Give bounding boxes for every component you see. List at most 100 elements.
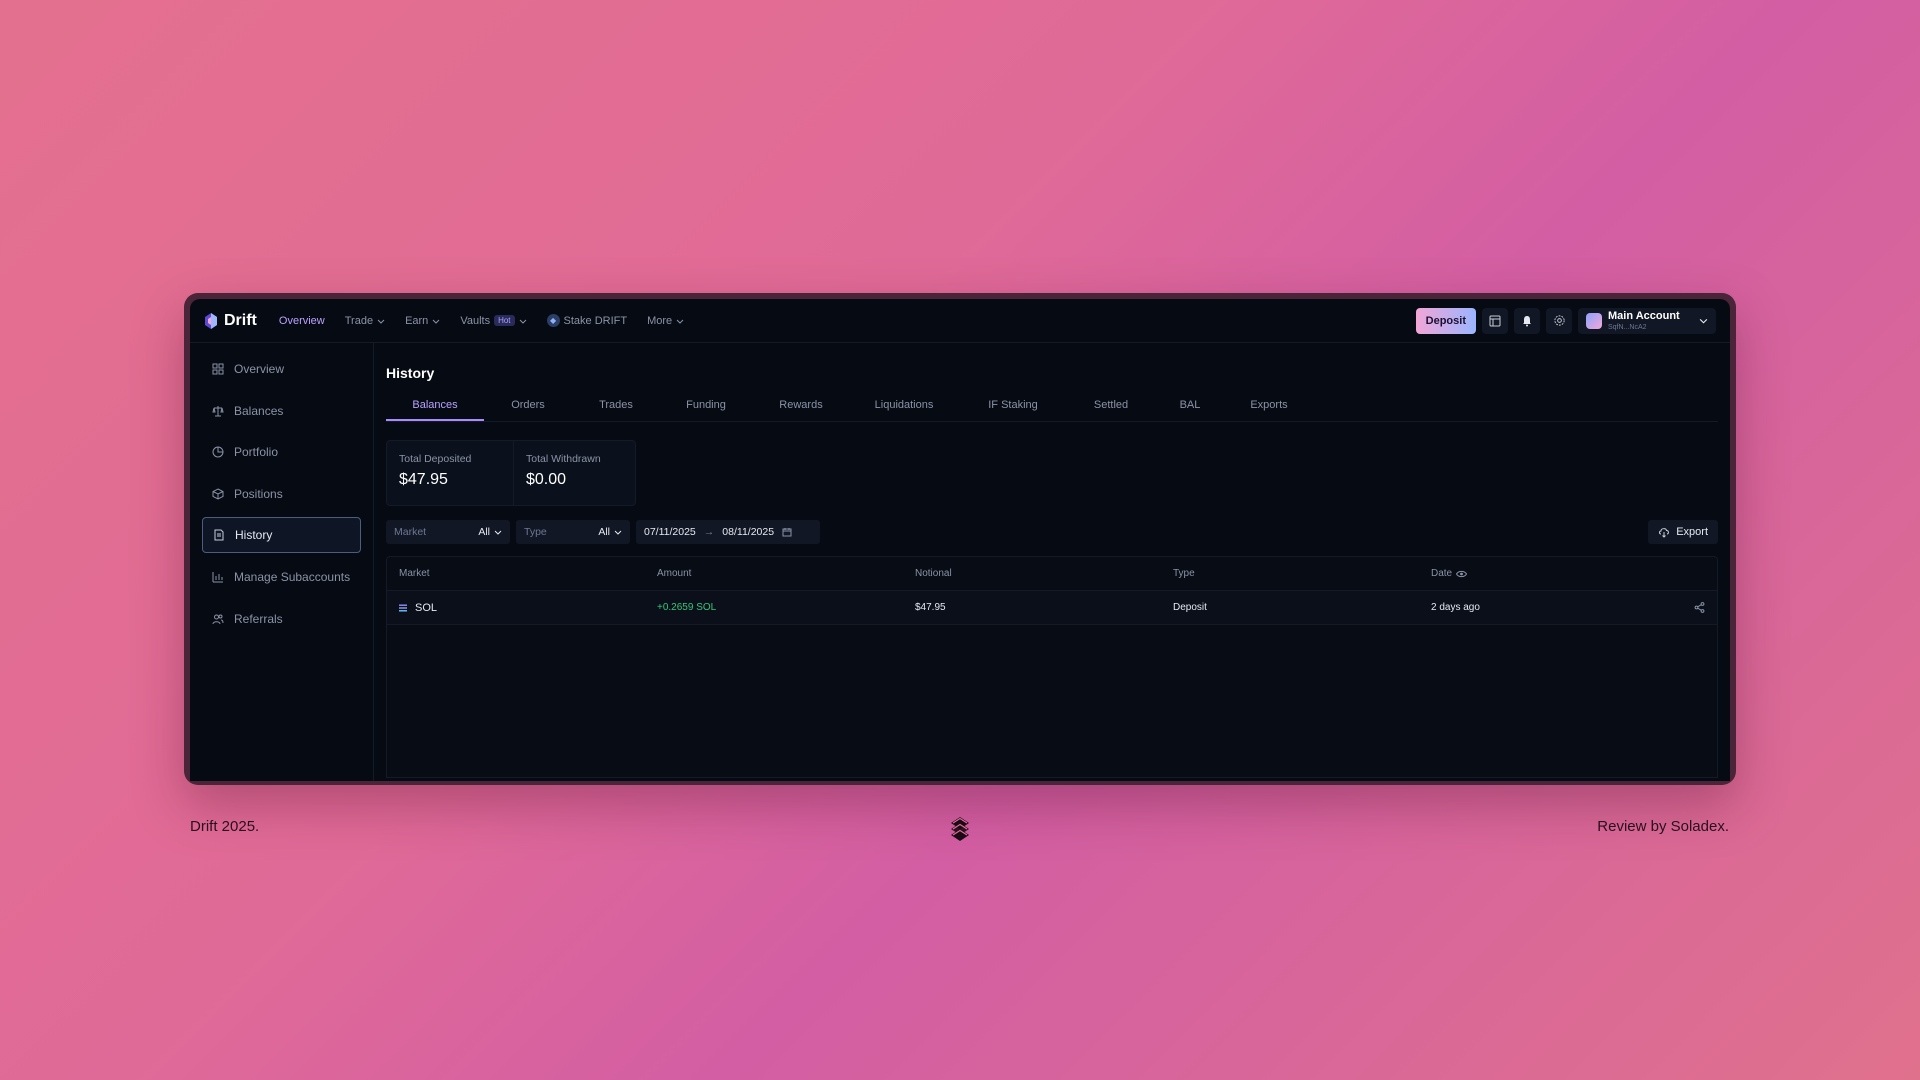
tab-balances[interactable]: Balances [386, 399, 484, 421]
chevron-down-icon [519, 319, 526, 324]
stat-value: $0.00 [526, 471, 567, 488]
row-type: Deposit [1173, 602, 1207, 613]
document-icon [214, 529, 224, 541]
table-header: Market Amount Notional Type Date [387, 557, 1717, 591]
nav-more-label: More [647, 314, 673, 327]
tab-liquidations[interactable]: Liquidations [850, 399, 958, 421]
market-filter-value: All [478, 526, 490, 538]
chevron-down-icon [676, 319, 684, 324]
tab-orders[interactable]: Orders [484, 399, 572, 421]
history-tabs: Balances Orders Trades Funding Rewards L… [386, 399, 1718, 422]
stat-total-deposited: Total Deposited $47.95 [387, 441, 513, 505]
tab-bal[interactable]: BAL [1154, 399, 1226, 421]
grid-icon [212, 363, 224, 375]
market-filter[interactable]: Market All [386, 520, 510, 544]
scale-icon [212, 405, 224, 417]
filter-bar: Market All Type All 07/11/2025 → 08/11/2… [386, 520, 1718, 544]
column-market[interactable]: Market [399, 568, 657, 579]
sidebar-item-portfolio[interactable]: Portfolio [202, 434, 361, 470]
hot-badge: Hot [494, 315, 515, 326]
cloud-download-icon [1659, 528, 1670, 538]
gear-icon [1553, 315, 1565, 326]
stat-label: Total Withdrawn [526, 453, 601, 465]
tab-trades[interactable]: Trades [572, 399, 660, 421]
account-info: Main Account SqfN...NcA2 [1608, 309, 1693, 331]
stat-total-withdrawn: Total Withdrawn $0.00 [513, 441, 613, 505]
nav-stake-label: Stake DRIFT [563, 314, 628, 327]
page-title: History [386, 365, 435, 381]
nav-overview-label: Overview [278, 314, 325, 327]
column-date[interactable]: Date [1431, 568, 1705, 579]
share-icon [1694, 602, 1705, 613]
filter-label: Market [394, 526, 427, 538]
nav-overview[interactable]: Overview [279, 315, 325, 327]
eye-icon[interactable] [1456, 570, 1468, 578]
account-selector[interactable]: Main Account SqfN...NcA2 [1578, 307, 1716, 334]
drift-token-icon: ◆ [546, 314, 560, 327]
filter-label: Type [524, 526, 547, 538]
sidebar-item-history[interactable]: History [202, 517, 361, 554]
column-type[interactable]: Type [1173, 568, 1431, 579]
nav-vaults[interactable]: Vaults Hot [460, 315, 526, 327]
row-notional: $47.95 [915, 602, 946, 613]
app-window: Drift Overview Trade Earn Vaults Hot ◆ S… [190, 299, 1730, 781]
deposit-button[interactable]: Deposit [1415, 307, 1476, 334]
export-button[interactable]: Export [1648, 520, 1718, 544]
date-range-picker[interactable]: 07/11/2025 → 08/11/2025 [636, 520, 820, 544]
pie-chart-icon [212, 446, 224, 458]
chevron-down-icon [432, 319, 440, 324]
tab-funding[interactable]: Funding [660, 399, 752, 421]
logo[interactable]: Drift [204, 312, 257, 330]
sidebar-item-positions[interactable]: Positions [202, 476, 361, 512]
type-filter[interactable]: Type All [516, 520, 630, 544]
chevron-down-icon [377, 319, 385, 324]
tab-rewards[interactable]: Rewards [752, 399, 850, 421]
chevron-down-icon [1699, 318, 1708, 324]
settings-button[interactable] [1546, 307, 1572, 334]
sidebar-item-overview[interactable]: Overview [202, 351, 361, 387]
top-nav: Drift Overview Trade Earn Vaults Hot ◆ S… [190, 299, 1730, 343]
account-name: Main Account [1608, 309, 1680, 322]
main-content: History Balances Orders Trades Funding R… [374, 343, 1730, 781]
column-notional[interactable]: Notional [915, 568, 1173, 579]
nav-earn[interactable]: Earn [405, 315, 440, 327]
stat-label: Total Deposited [399, 453, 472, 465]
sidebar-item-manage-subaccounts[interactable]: Manage Subaccounts [202, 559, 361, 595]
layout-button[interactable] [1482, 307, 1508, 334]
footer-right-text: Review by Soladex. [1597, 818, 1729, 835]
layout-icon [1489, 315, 1501, 326]
column-amount[interactable]: Amount [657, 568, 915, 579]
notifications-button[interactable] [1514, 307, 1540, 334]
nav-earn-label: Earn [405, 314, 429, 327]
nav-trade[interactable]: Trade [345, 315, 385, 327]
footer-left-text: Drift 2025. [190, 818, 260, 835]
sidebar: Overview Balances Portfolio Positions Hi… [190, 343, 374, 781]
sidebar-item-label: Overview [234, 362, 285, 376]
sidebar-item-balances[interactable]: Balances [202, 393, 361, 429]
table-row[interactable]: SOL +0.2659 SOL $47.95 Deposit 2 days ag… [387, 591, 1717, 625]
app-name: Drift [224, 311, 257, 329]
row-market-value: SOL [415, 601, 438, 614]
date-to: 08/11/2025 [722, 526, 775, 538]
history-table: Market Amount Notional Type Date SOL +0.… [386, 556, 1718, 778]
filter-value: All [598, 526, 622, 538]
stat-value: $47.95 [399, 471, 448, 488]
nav-more[interactable]: More [647, 315, 684, 327]
soladex-logo-icon [951, 817, 969, 841]
nav-stake-drift[interactable]: ◆ Stake DRIFT [546, 314, 628, 327]
export-label: Export [1676, 526, 1708, 538]
tab-exports[interactable]: Exports [1226, 399, 1312, 421]
bell-icon [1523, 315, 1531, 326]
nav-vaults-label: Vaults [460, 314, 491, 327]
sol-token-icon [399, 604, 407, 611]
row-market: SOL [399, 602, 657, 614]
sidebar-item-label: Portfolio [234, 445, 279, 460]
tab-if-staking[interactable]: IF Staking [958, 399, 1068, 421]
share-button[interactable] [1689, 602, 1705, 613]
sidebar-item-label: Referrals [234, 611, 283, 626]
sidebar-item-referrals[interactable]: Referrals [202, 601, 361, 637]
type-filter-value: All [598, 526, 610, 538]
row-amount: +0.2659 SOL [657, 602, 717, 613]
tab-settled[interactable]: Settled [1068, 399, 1154, 421]
chevron-down-icon [614, 530, 622, 535]
